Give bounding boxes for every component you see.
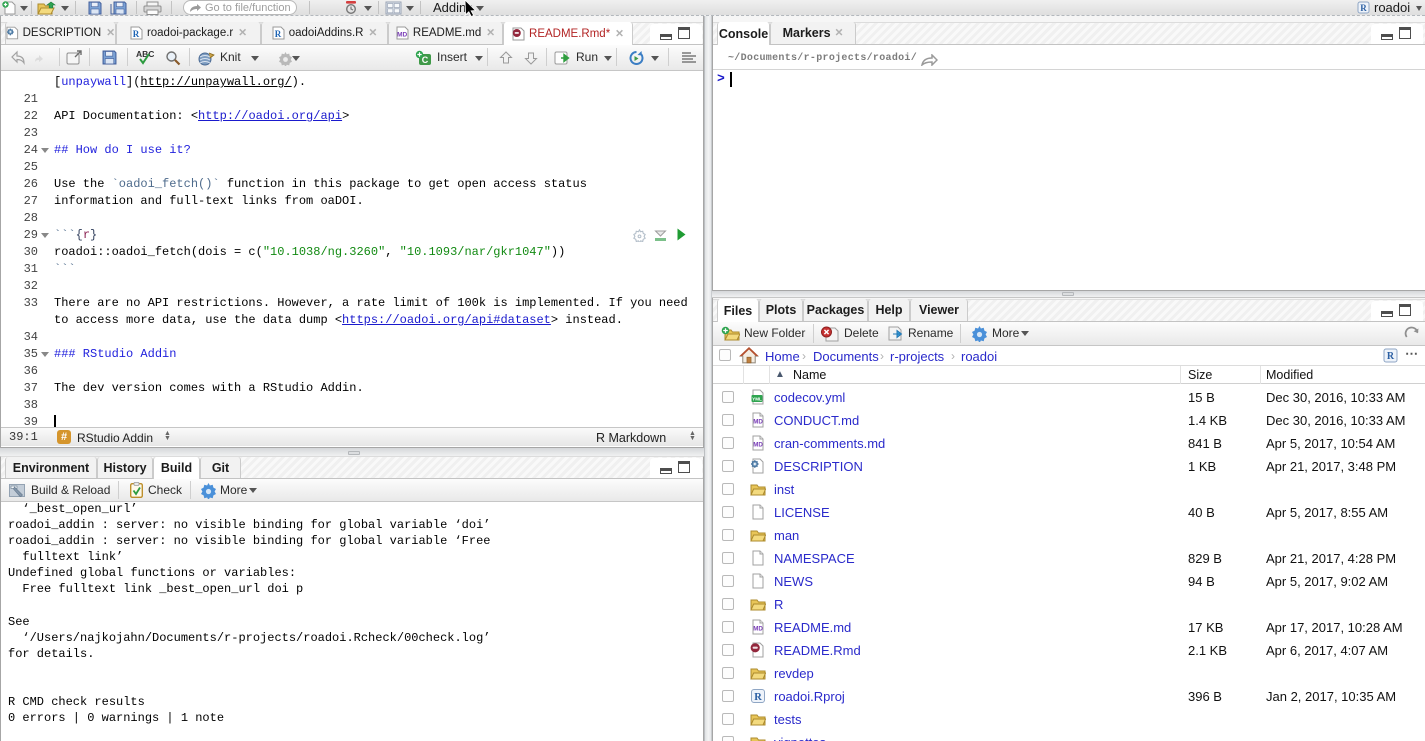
svg-text:R: R: [133, 29, 140, 39]
svg-text:MD: MD: [753, 419, 763, 426]
svg-text:R: R: [754, 692, 762, 703]
svg-text:MD: MD: [753, 626, 763, 633]
svg-text:R: R: [1360, 3, 1367, 13]
svg-text:C: C: [422, 55, 429, 65]
svg-text:MD: MD: [753, 442, 763, 449]
svg-text:MD: MD: [397, 31, 407, 38]
svg-text:R: R: [274, 29, 281, 39]
svg-text:ABC: ABC: [136, 49, 154, 59]
svg-text:YML: YML: [752, 396, 762, 401]
svg-text:R: R: [1387, 351, 1395, 362]
